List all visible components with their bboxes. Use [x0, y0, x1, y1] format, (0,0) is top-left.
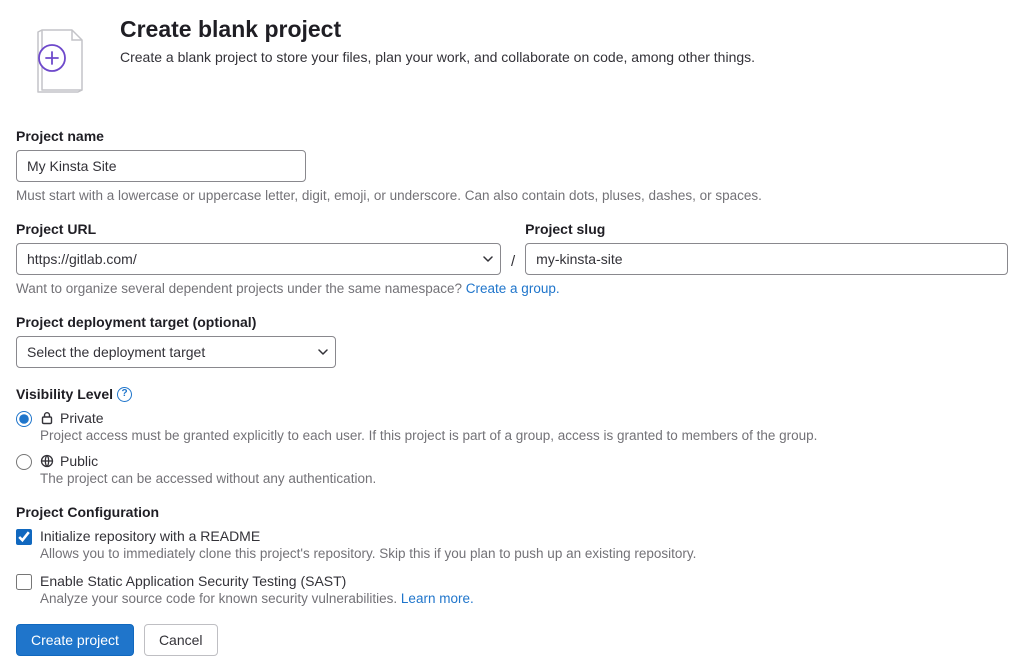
cancel-button[interactable]: Cancel	[144, 624, 218, 656]
project-slug-label: Project slug	[525, 221, 1008, 237]
project-slug-input[interactable]	[525, 243, 1008, 275]
visibility-level-label: Visibility Level ?	[16, 386, 1008, 402]
sast-checkbox[interactable]	[16, 574, 32, 590]
sast-learn-more-link[interactable]: Learn more.	[401, 591, 474, 606]
readme-option[interactable]: Initialize repository with a README Allo…	[16, 528, 1008, 561]
page-header: Create blank project Create a blank proj…	[16, 16, 1008, 104]
project-name-label: Project name	[16, 128, 1008, 144]
project-name-help: Must start with a lowercase or uppercase…	[16, 188, 1008, 203]
visibility-radio-public[interactable]	[16, 454, 32, 470]
visibility-level-group: Visibility Level ? Private Project acces…	[16, 386, 1008, 486]
visibility-option-private[interactable]: Private Project access must be granted e…	[16, 410, 1008, 443]
project-name-input[interactable]	[16, 150, 306, 182]
visibility-private-title: Private	[60, 410, 104, 426]
header-text: Create blank project Create a blank proj…	[120, 16, 755, 104]
project-configuration-label: Project Configuration	[16, 504, 1008, 520]
project-name-group: Project name Must start with a lowercase…	[16, 128, 1008, 203]
create-project-button[interactable]: Create project	[16, 624, 134, 656]
namespace-help: Want to organize several dependent proje…	[16, 281, 1008, 296]
visibility-private-desc: Project access must be granted explicitl…	[40, 428, 1008, 443]
globe-icon	[40, 454, 54, 468]
project-url-slug-row: Project URL / Project slug Want to organ…	[16, 221, 1008, 296]
project-configuration-group: Project Configuration Initialize reposit…	[16, 504, 1008, 606]
deployment-target-group: Project deployment target (optional) Sel…	[16, 314, 1008, 368]
readme-title: Initialize repository with a README	[40, 528, 260, 544]
deployment-target-label: Project deployment target (optional)	[16, 314, 1008, 330]
lock-icon	[40, 411, 54, 425]
form-actions: Create project Cancel	[16, 624, 1008, 656]
page-subtitle: Create a blank project to store your fil…	[120, 49, 755, 65]
visibility-radio-private[interactable]	[16, 411, 32, 427]
visibility-option-public[interactable]: Public The project can be accessed witho…	[16, 453, 1008, 486]
project-graphic	[16, 16, 104, 104]
deployment-target-select[interactable]: Select the deployment target	[16, 336, 336, 368]
project-namespace-select[interactable]	[16, 243, 501, 275]
project-url-label: Project URL	[16, 221, 501, 237]
sast-option[interactable]: Enable Static Application Security Testi…	[16, 573, 1008, 606]
url-separator: /	[511, 221, 515, 270]
sast-desc: Analyze your source code for known secur…	[40, 591, 1008, 606]
readme-desc: Allows you to immediately clone this pro…	[40, 546, 1008, 561]
readme-checkbox[interactable]	[16, 529, 32, 545]
sast-title: Enable Static Application Security Testi…	[40, 573, 346, 589]
visibility-public-desc: The project can be accessed without any …	[40, 471, 1008, 486]
visibility-public-title: Public	[60, 453, 98, 469]
blank-project-icon	[18, 18, 102, 102]
help-icon[interactable]: ?	[117, 387, 132, 402]
create-group-link[interactable]: Create a group.	[466, 281, 560, 296]
page-title: Create blank project	[120, 16, 755, 43]
